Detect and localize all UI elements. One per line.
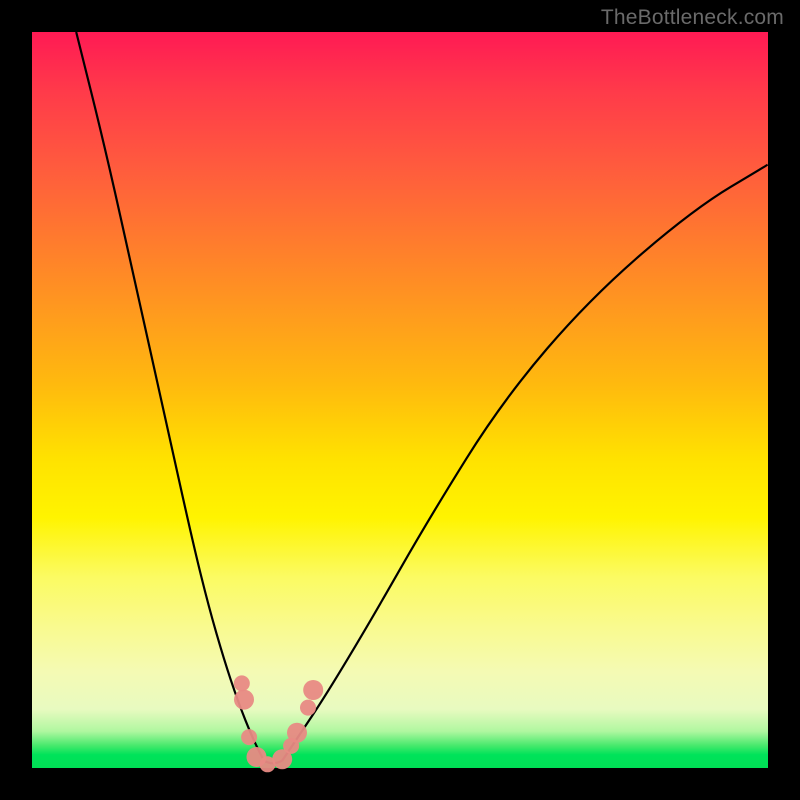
watermark-text: TheBottleneck.com bbox=[601, 6, 784, 30]
plot-area bbox=[32, 32, 768, 768]
chart-wrapper: TheBottleneck.com bbox=[0, 0, 800, 800]
marker-dot bbox=[287, 723, 307, 743]
marker-dot bbox=[234, 690, 254, 710]
curve-right-branch bbox=[282, 165, 768, 761]
marker-dot bbox=[241, 729, 257, 745]
marker-dot bbox=[234, 675, 250, 691]
curve-left-branch bbox=[76, 32, 264, 761]
curve-layer bbox=[32, 32, 768, 768]
marker-dot bbox=[300, 700, 316, 716]
marker-dot bbox=[303, 680, 323, 700]
